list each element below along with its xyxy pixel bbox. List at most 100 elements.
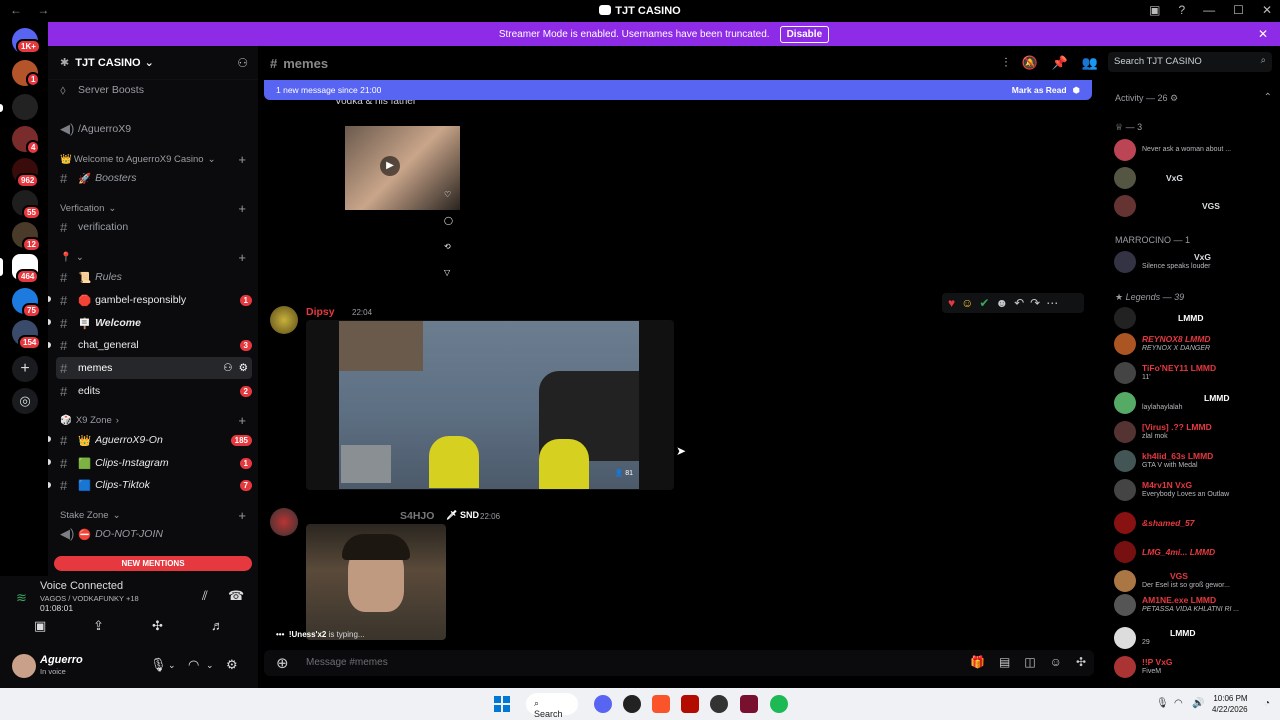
microphone-icon[interactable]: 🎙	[150, 657, 167, 673]
inbox-icon[interactable]: ▣	[1149, 3, 1160, 17]
member-item[interactable]: LMMD laylahaylalah	[1114, 391, 1276, 415]
message-input[interactable]: Message #memes	[306, 657, 388, 668]
check-reaction-icon[interactable]: ✔	[979, 296, 989, 310]
image-attachment[interactable]	[306, 524, 446, 640]
disconnect-icon[interactable]: ☎	[228, 588, 244, 604]
add-server-icon[interactable]: +	[12, 356, 38, 382]
channel-chat-general[interactable]: # chat_general 3	[56, 334, 252, 356]
member-item[interactable]: VGS	[1114, 194, 1276, 218]
spotify-icon[interactable]	[770, 695, 788, 713]
voice-channel-aguerrox9[interactable]: ◀)/AguerroX9	[56, 118, 252, 140]
add-channel-icon[interactable]: +	[238, 508, 246, 523]
mark-as-read-button[interactable]: Mark as Read	[1012, 85, 1067, 95]
camera-off-icon[interactable]: ▣	[34, 618, 46, 634]
maximize-icon[interactable]: ☐	[1233, 3, 1244, 17]
gif-icon[interactable]: ▤	[999, 655, 1010, 669]
emoji-icon[interactable]: ☺	[1050, 655, 1062, 669]
heart-reaction-icon[interactable]: ♥	[948, 296, 955, 310]
screen-share-icon[interactable]: ⇪	[93, 618, 104, 634]
discord-app-icon[interactable]	[594, 695, 612, 713]
category-x9-zone[interactable]: 🎲 X9 Zone › +	[60, 413, 256, 428]
soundboard-icon[interactable]: ♬	[211, 618, 224, 633]
disable-button[interactable]: Disable	[779, 25, 830, 43]
avatar[interactable]	[270, 306, 298, 334]
member-item[interactable]: VxG	[1114, 166, 1276, 190]
more-icon[interactable]: ⋯	[1046, 296, 1058, 310]
app-icon[interactable]	[623, 695, 641, 713]
member-item[interactable]: [Virus] .?? LMMD zlal mok	[1114, 420, 1276, 444]
new-mentions-pill[interactable]: NEW MENTIONS	[54, 556, 252, 571]
member-item[interactable]: !!P VxG FiveM	[1114, 655, 1276, 679]
video-embed[interactable]: ▶ ♡ ◯ ⟲ ▽	[306, 120, 466, 280]
stream-embed[interactable]: 👤 81	[306, 320, 674, 490]
app-icon[interactable]	[740, 695, 758, 713]
upload-plus-icon[interactable]: ⊕	[276, 654, 289, 672]
category-stake-zone[interactable]: Stake Zone ⌄ +	[60, 508, 256, 523]
channel-boosters[interactable]: # 🚀 Boosters	[56, 167, 252, 189]
chevron-down-icon[interactable]: ⌄	[168, 660, 176, 671]
forward-icon[interactable]: ↷	[1030, 296, 1040, 310]
member-item[interactable]: Never ask a woman about ...	[1114, 138, 1276, 162]
discover-icon[interactable]: ◎	[12, 388, 38, 414]
voice-channel-do-not-join[interactable]: ◀) ⛔ DO-NOT-JOIN	[56, 523, 252, 545]
headphones-icon[interactable]: ◠	[188, 657, 199, 673]
clock[interactable]: 10:06 PM 4/22/2026	[1212, 693, 1248, 715]
noise-suppression-icon[interactable]: ⫽	[202, 588, 208, 604]
member-item[interactable]: kh4lid_63s LMMD GTA V with Medal	[1114, 449, 1276, 473]
apps-icon[interactable]: ✣	[1076, 655, 1086, 669]
message-author[interactable]: S4HJO	[400, 510, 434, 522]
category-welcome[interactable]: 👑 Welcome to AguerroX9 Casino ⌄ +	[60, 152, 256, 167]
brave-browser-icon[interactable]	[652, 695, 670, 713]
acrobat-icon[interactable]	[681, 695, 699, 713]
play-icon[interactable]: ▶	[380, 156, 400, 176]
activity-header[interactable]: Activity — 26 ⚙	[1115, 93, 1178, 104]
member-list-icon[interactable]: 👥	[1082, 55, 1098, 71]
channel-aguerrox9-on[interactable]: # 👑 AguerroX9-On 185	[56, 429, 252, 451]
channel-clips-tiktok[interactable]: # 🟦 Clips-Tiktok 7	[56, 474, 252, 496]
avatar[interactable]	[270, 508, 298, 536]
microphone-tray-icon[interactable]: 🎙	[1156, 698, 1169, 709]
start-windows-icon[interactable]	[494, 696, 510, 712]
add-reaction-icon[interactable]: ☻	[995, 296, 1008, 310]
member-item[interactable]: TiFo'NEY11 LMMD 11'	[1114, 361, 1276, 385]
channel-welcome[interactable]: # 🪧 Welcome	[56, 312, 252, 334]
app-icon[interactable]	[710, 695, 728, 713]
signal-icon[interactable]: ≋	[16, 590, 27, 606]
member-item[interactable]: VGS Der Esel ist so groß gewor...	[1114, 569, 1276, 593]
server-boosts-item[interactable]: ⬨ Server Boosts	[56, 79, 252, 101]
close-icon[interactable]: ✕	[1258, 27, 1268, 41]
channel-gambel-responsibly[interactable]: # 🛑 gambel-responsibly 1	[56, 289, 252, 311]
help-icon[interactable]: ?	[1178, 3, 1185, 17]
add-channel-icon[interactable]: +	[238, 413, 246, 428]
search-input[interactable]: Search TJT CASINO ⌕	[1108, 52, 1272, 72]
taskbar-search[interactable]: ⌕ Search	[526, 693, 578, 719]
pin-icon[interactable]: 📌	[1052, 55, 1068, 71]
invite-icon[interactable]: ⚇	[237, 56, 248, 70]
invite-icon[interactable]: ⚇	[223, 362, 232, 374]
add-channel-icon[interactable]: +	[238, 250, 246, 265]
username[interactable]: Aguerro	[40, 654, 83, 666]
server-icon[interactable]	[12, 94, 38, 120]
channel-memes[interactable]: # memes ⚇ ⚙	[56, 357, 252, 379]
threads-icon[interactable]: ⫶	[1004, 55, 1007, 71]
channel-rules[interactable]: # 📜 Rules	[56, 266, 252, 288]
reply-icon[interactable]: ↶	[1014, 296, 1024, 310]
member-item[interactable]: VxG Silence speaks louder	[1114, 250, 1276, 274]
member-item[interactable]: LMMD	[1114, 306, 1276, 330]
user-settings-gear-icon[interactable]: ⚙	[226, 657, 238, 673]
gift-icon[interactable]: 🎁	[970, 655, 985, 669]
chevron-up-icon[interactable]: ⌃	[1264, 92, 1272, 103]
member-item[interactable]: &shamed_57	[1114, 511, 1276, 535]
sticker-icon[interactable]: ◫	[1024, 655, 1035, 669]
new-messages-bar[interactable]: 1 new message since 21:00 Mark as Read ⬢	[264, 80, 1092, 100]
activities-icon[interactable]: ✣	[152, 618, 163, 634]
add-channel-icon[interactable]: +	[238, 201, 246, 216]
volume-icon[interactable]: 🔊	[1192, 698, 1204, 709]
channel-edits[interactable]: # edits 2	[56, 380, 252, 402]
gear-icon[interactable]: ⚙	[239, 362, 248, 374]
channel-verification[interactable]: # verification	[56, 216, 252, 238]
member-item[interactable]: M4rv1N VxG Everybody Loves an Outlaw	[1114, 478, 1276, 502]
chevron-down-icon[interactable]: ⌄	[206, 660, 214, 671]
laugh-reaction-icon[interactable]: ☺	[961, 296, 973, 310]
mute-bell-icon[interactable]: 🔕	[1021, 55, 1037, 71]
